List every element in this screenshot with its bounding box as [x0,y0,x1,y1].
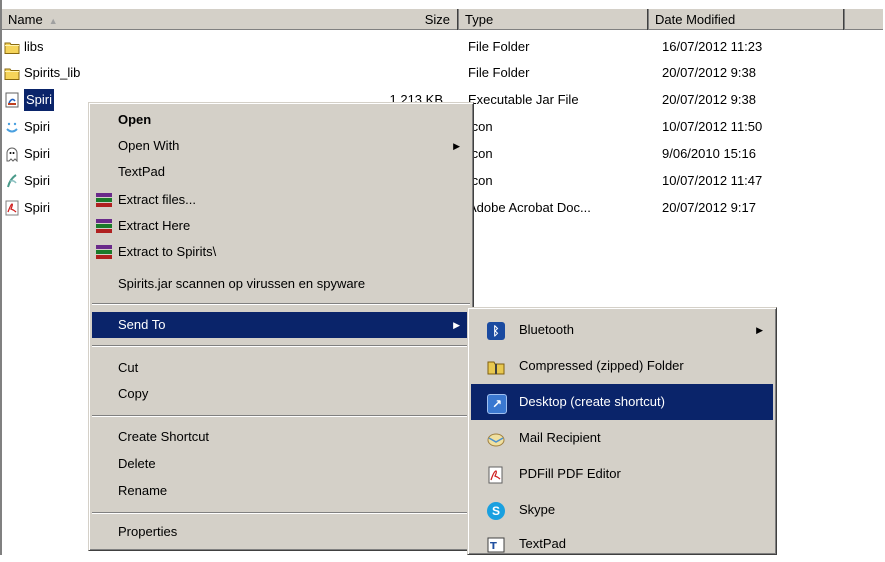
menu-item-extract-here[interactable]: Extract Here [92,213,470,239]
menu-item-label: Extract files... [118,192,197,207]
sort-ascending-icon: ▲ [48,16,58,26]
menu-item-open-with[interactable]: Open With ▶ [92,133,470,159]
file-date: 20/07/2012 9:38 [662,92,756,107]
menu-item-label: Extract Here [118,218,191,233]
file-name: Spiri [24,200,51,215]
menu-item-label: Rename [118,483,168,498]
menu-item-send-to[interactable]: Send To ▶ [92,312,470,338]
menu-item-delete[interactable]: Delete [92,451,470,477]
column-type-header[interactable]: Type [459,9,649,30]
file-date: 16/07/2012 11:23 [662,39,763,54]
menu-item-label: Cut [118,360,139,375]
folder-icon [4,42,20,54]
ghost-icon [6,147,18,162]
file-name: Spiri [24,146,51,161]
column-size-header[interactable]: Size [425,9,450,30]
winrar-icon [96,193,112,207]
menu-item-copy[interactable]: Copy [92,381,470,407]
menu-item-open[interactable]: Open [92,107,470,133]
send-to-label: Compressed (zipped) Folder [519,358,684,373]
submenu-arrow-icon: ▶ [453,141,460,151]
file-date: 10/07/2012 11:47 [662,173,763,188]
send-to-label: PDFill PDF Editor [519,466,621,481]
file-type: File Folder [468,65,530,80]
icon-file-icon [7,174,17,188]
submenu-arrow-icon: ▶ [756,325,763,335]
file-name: Spiri [24,119,51,134]
winrar-icon [96,245,112,259]
menu-item-cut[interactable]: Cut [92,355,470,381]
send-to-compressed-folder[interactable]: Compressed (zipped) Folder [471,348,773,384]
file-name: libs [24,39,44,54]
menu-separator [92,415,470,417]
send-to-label: Skype [519,502,556,517]
menu-item-properties[interactable]: Properties [92,519,470,545]
mail-icon [487,433,505,447]
menu-item-extract-files[interactable]: Extract files... [92,187,470,213]
menu-item-label: Extract to Spirits\ [118,244,217,259]
column-empty-header[interactable] [845,9,883,30]
context-menu: Open Open With ▶ TextPad Extract files...… [88,102,474,551]
icon-file-icon [6,122,18,133]
menu-item-rename[interactable]: Rename [92,478,470,504]
file-type: Adobe Acrobat Doc... [468,200,591,215]
send-to-pdfill[interactable]: PDFill PDF Editor [471,456,773,492]
menu-item-label: Open [118,112,152,127]
send-to-textpad[interactable]: T TextPad [471,526,773,562]
menu-item-scan[interactable]: Spirits.jar scannen op virussen en spywa… [92,271,470,297]
file-date: 10/07/2012 11:50 [662,119,763,134]
svg-text:T: T [490,541,497,552]
send-to-submenu: ᛒ Bluetooth ▶ Compressed (zipped) Folder… [467,307,777,555]
menu-item-label: Spirits.jar scannen op virussen en spywa… [118,276,366,291]
send-to-label: TextPad [519,536,566,551]
send-to-label: Bluetooth [519,322,574,337]
file-type: File Folder [468,39,530,54]
send-to-skype[interactable]: S Skype [471,492,773,528]
pdf-icon [5,200,19,216]
column-name-label: Name [8,12,43,27]
menu-item-label: Create Shortcut [118,429,210,444]
menu-item-label: Properties [118,524,178,539]
menu-item-label: Delete [118,456,156,471]
desktop-shortcut-icon: ↗ [487,394,507,414]
folder-icon [4,68,20,80]
menu-separator [92,303,470,305]
send-to-label: Desktop (create shortcut) [519,394,665,409]
menu-item-textpad[interactable]: TextPad [92,159,470,185]
menu-item-label: Copy [118,386,149,401]
pdfill-icon [488,466,503,484]
skype-icon: S [487,502,505,520]
menu-item-label: Send To [118,317,166,332]
column-date-label: Date Modified [655,12,736,27]
file-name-selected[interactable]: Spiri [24,89,55,111]
submenu-arrow-icon: ▶ [453,320,460,330]
file-row-spirits-lib[interactable]: Spirits_lib File Folder 20/07/2012 9:38 [2,62,883,84]
menu-item-extract-to[interactable]: Extract to Spirits\ [92,239,470,265]
column-date-header[interactable]: Date Modified [649,9,845,30]
zip-folder-icon [487,361,505,375]
textpad-icon: T [487,537,505,553]
column-type-label: Type [465,12,494,27]
file-name: Spirits_lib [24,65,81,80]
send-to-bluetooth[interactable]: ᛒ Bluetooth ▶ [471,312,773,348]
jar-icon [5,92,19,108]
file-date: 9/06/2010 15:16 [662,146,756,161]
bluetooth-icon: ᛒ [487,322,505,340]
file-date: 20/07/2012 9:38 [662,65,756,80]
column-header: Name ▲ Size Type Date Modified [2,8,883,30]
file-name: Spiri [24,173,51,188]
send-to-desktop[interactable]: ↗ Desktop (create shortcut) [471,384,773,420]
menu-separator [92,512,470,514]
send-to-mail-recipient[interactable]: Mail Recipient [471,420,773,456]
menu-separator [92,345,470,347]
file-date: 20/07/2012 9:17 [662,200,756,215]
menu-item-label: TextPad [118,164,165,179]
send-to-label: Mail Recipient [519,430,601,445]
menu-item-label: Open With [118,138,180,153]
column-name-header[interactable]: Name ▲ Size [2,9,459,30]
menu-item-create-shortcut[interactable]: Create Shortcut [92,424,470,450]
file-row-libs[interactable]: libs File Folder 16/07/2012 11:23 [2,36,883,58]
winrar-icon [96,219,112,233]
file-type: Executable Jar File [468,92,579,107]
